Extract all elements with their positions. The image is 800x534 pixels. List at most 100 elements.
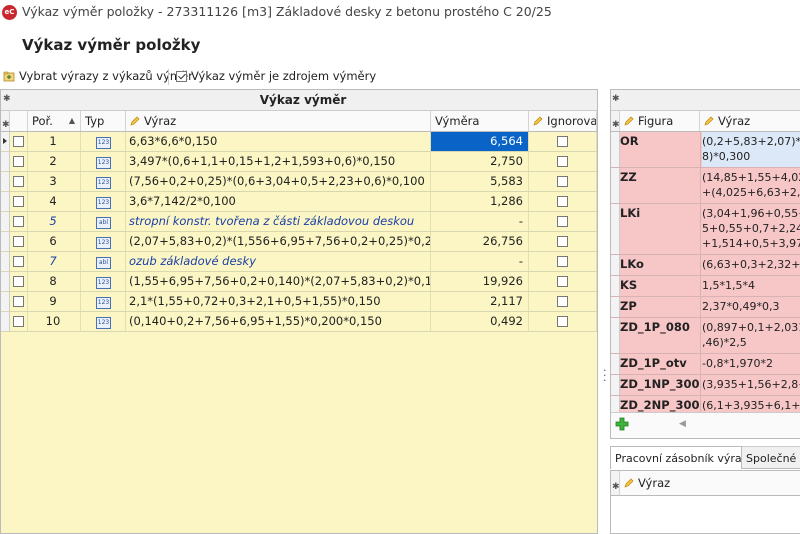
cell-figura-vyraz[interactable]: -0,8*1,970*2: [702, 356, 800, 371]
row-checkbox-cell[interactable]: [10, 132, 28, 151]
figure-row[interactable]: LKi(3,04+1,96+0,55+0 5+0,55+0,7+2,24+ +1…: [611, 204, 800, 255]
table-row[interactable]: 2 123 3,497*(0,6+1,1+0,15+1,2+1,593+0,6)*0…: [1, 152, 597, 172]
row-selector[interactable]: [611, 318, 620, 353]
cell-poradi[interactable]: 1: [28, 132, 81, 151]
cell-poradi[interactable]: 8: [28, 272, 81, 291]
cell-typ[interactable]: abl: [81, 212, 126, 231]
cell-ignorovat[interactable]: [529, 312, 597, 331]
figure-row[interactable]: OR(0,2+5,83+2,07)*(1 8)*0,300: [611, 132, 800, 168]
ignore-checkbox[interactable]: [557, 176, 568, 187]
cell-figura-vyraz[interactable]: 2,37*0,49*0,3: [702, 299, 800, 314]
ignore-checkbox[interactable]: [557, 296, 568, 307]
cell-vyraz[interactable]: 3,6*7,142/2*0,100: [126, 192, 431, 211]
figure-row[interactable]: LKo(6,63+0,3+2,32+0,: [611, 255, 800, 276]
ignore-checkbox[interactable]: [557, 316, 568, 327]
ignore-checkbox[interactable]: [557, 276, 568, 287]
row-checkbox-cell[interactable]: [10, 232, 28, 251]
row-checkbox-cell[interactable]: [10, 312, 28, 331]
cell-ignorovat[interactable]: [529, 212, 597, 231]
cell-ignorovat[interactable]: [529, 292, 597, 311]
cell-vyraz[interactable]: 2,1*(1,55+0,72+0,3+2,1+0,5+1,55)*0,150: [126, 292, 431, 311]
cell-vyraz[interactable]: (0,140+0,2+7,56+6,95+1,55)*0,200*0,150: [126, 312, 431, 331]
tab-pracovni-zasobnik[interactable]: Pracovní zásobník výrazů: [610, 446, 754, 469]
row-selector[interactable]: [611, 375, 620, 395]
cell-figura[interactable]: LKo: [620, 257, 700, 271]
row-selector[interactable]: [1, 232, 10, 251]
row-checkbox[interactable]: [13, 296, 24, 307]
scroll-left-icon[interactable]: ◀: [679, 419, 686, 429]
cell-figura-vyraz[interactable]: (14,85+1,55+4,025 +(4,025+6,63+2,8): [702, 170, 800, 200]
cell-vymera[interactable]: 5,583: [431, 172, 529, 191]
cell-ignorovat[interactable]: [529, 172, 597, 191]
row-selector[interactable]: [1, 172, 10, 191]
ignore-checkbox[interactable]: [557, 156, 568, 167]
cell-vymera[interactable]: -: [431, 212, 529, 231]
cell-poradi[interactable]: 6: [28, 232, 81, 251]
cell-poradi[interactable]: 9: [28, 292, 81, 311]
table-row[interactable]: 1 123 6,63*6,6*0,150 6,564: [1, 132, 597, 152]
row-selector[interactable]: [1, 292, 10, 311]
cell-vyraz[interactable]: ozub základové desky: [126, 252, 431, 271]
row-selector[interactable]: [611, 276, 620, 296]
row-selector[interactable]: [611, 354, 620, 374]
table-row[interactable]: 7 abl ozub základové desky -: [1, 252, 597, 272]
cell-figura-vyraz[interactable]: (6,1+3,935+6,1+1,: [702, 398, 800, 413]
table-row[interactable]: 5 abl stropní konstr. tvořena z části zákl…: [1, 212, 597, 232]
row-selector[interactable]: [1, 132, 10, 151]
table-row[interactable]: 9 123 2,1*(1,55+0,72+0,3+2,1+0,5+1,55)*0,1…: [1, 292, 597, 312]
cell-typ[interactable]: 123: [81, 292, 126, 311]
row-checkbox-cell[interactable]: [10, 212, 28, 231]
row-selector[interactable]: [611, 204, 620, 254]
tab-spolecne[interactable]: Společné zá: [742, 446, 800, 469]
row-selector[interactable]: [611, 255, 620, 275]
ignore-checkbox[interactable]: [557, 236, 568, 247]
source-toggle[interactable]: Výkaz výměr je zdrojem výměry: [176, 69, 376, 83]
cell-figura[interactable]: ZD_1P_080: [620, 320, 700, 334]
cell-ignorovat[interactable]: [529, 152, 597, 171]
cell-typ[interactable]: 123: [81, 152, 126, 171]
row-checkbox[interactable]: [13, 276, 24, 287]
cell-ignorovat[interactable]: [529, 252, 597, 271]
cell-figura[interactable]: ZD_2NP_300: [620, 398, 700, 412]
cell-ignorovat[interactable]: [529, 272, 597, 291]
cell-vymera[interactable]: 6,564: [431, 132, 529, 151]
add-icon[interactable]: [615, 417, 629, 431]
cell-typ[interactable]: 123: [81, 312, 126, 331]
cell-figura-vyraz[interactable]: (0,2+5,83+2,07)*(1 8)*0,300: [702, 132, 800, 167]
header-vymera[interactable]: Výměra: [431, 111, 529, 131]
ignore-checkbox[interactable]: [557, 216, 568, 227]
header-ignorovat[interactable]: Ignorovat: [529, 111, 597, 131]
cell-poradi[interactable]: 10: [28, 312, 81, 331]
row-checkbox[interactable]: [13, 156, 24, 167]
cell-typ[interactable]: 123: [81, 272, 126, 291]
ignore-checkbox[interactable]: [557, 136, 568, 147]
cell-vymera[interactable]: 19,926: [431, 272, 529, 291]
row-selector[interactable]: [1, 312, 10, 331]
cell-vymera[interactable]: 2,117: [431, 292, 529, 311]
figure-row[interactable]: ZZ(14,85+1,55+4,025 +(4,025+6,63+2,8): [611, 168, 800, 204]
figure-row[interactable]: ZD_1P_080(0,897+0,1+2,031+ ,46)*2,5: [611, 318, 800, 354]
cell-ignorovat[interactable]: [529, 132, 597, 151]
cell-vymera[interactable]: -: [431, 252, 529, 271]
header-check-column[interactable]: [10, 111, 28, 131]
cell-figura-vyraz[interactable]: (3,04+1,96+0,55+0 5+0,55+0,7+2,24+ +1,51…: [702, 206, 800, 251]
table-row[interactable]: 4 123 3,6*7,142/2*0,100 1,286: [1, 192, 597, 212]
figure-row[interactable]: ZD_1NP_300(3,935+1,56+2,8+6: [611, 375, 800, 396]
row-selector[interactable]: [611, 168, 620, 203]
ignore-checkbox[interactable]: [557, 196, 568, 207]
header-stack-vyraz[interactable]: Výraz: [620, 471, 800, 495]
cell-ignorovat[interactable]: [529, 192, 597, 211]
cell-figura[interactable]: ZP: [620, 299, 700, 313]
row-selector[interactable]: [1, 272, 10, 291]
cell-poradi[interactable]: 3: [28, 172, 81, 191]
row-checkbox[interactable]: [13, 236, 24, 247]
figure-row[interactable]: ZP 2,37*0,49*0,3: [611, 297, 800, 318]
row-selector[interactable]: [1, 212, 10, 231]
cell-figura[interactable]: ZD_1NP_300: [620, 377, 700, 391]
cell-poradi[interactable]: 4: [28, 192, 81, 211]
row-checkbox[interactable]: [13, 176, 24, 187]
row-checkbox[interactable]: [13, 136, 24, 147]
cell-figura-vyraz[interactable]: 1,5*1,5*4: [702, 278, 800, 293]
cell-vyraz[interactable]: (1,55+6,95+7,56+0,2+0,140)*(2,07+5,83+0,…: [126, 272, 431, 291]
cell-figura[interactable]: LKi: [620, 206, 700, 220]
